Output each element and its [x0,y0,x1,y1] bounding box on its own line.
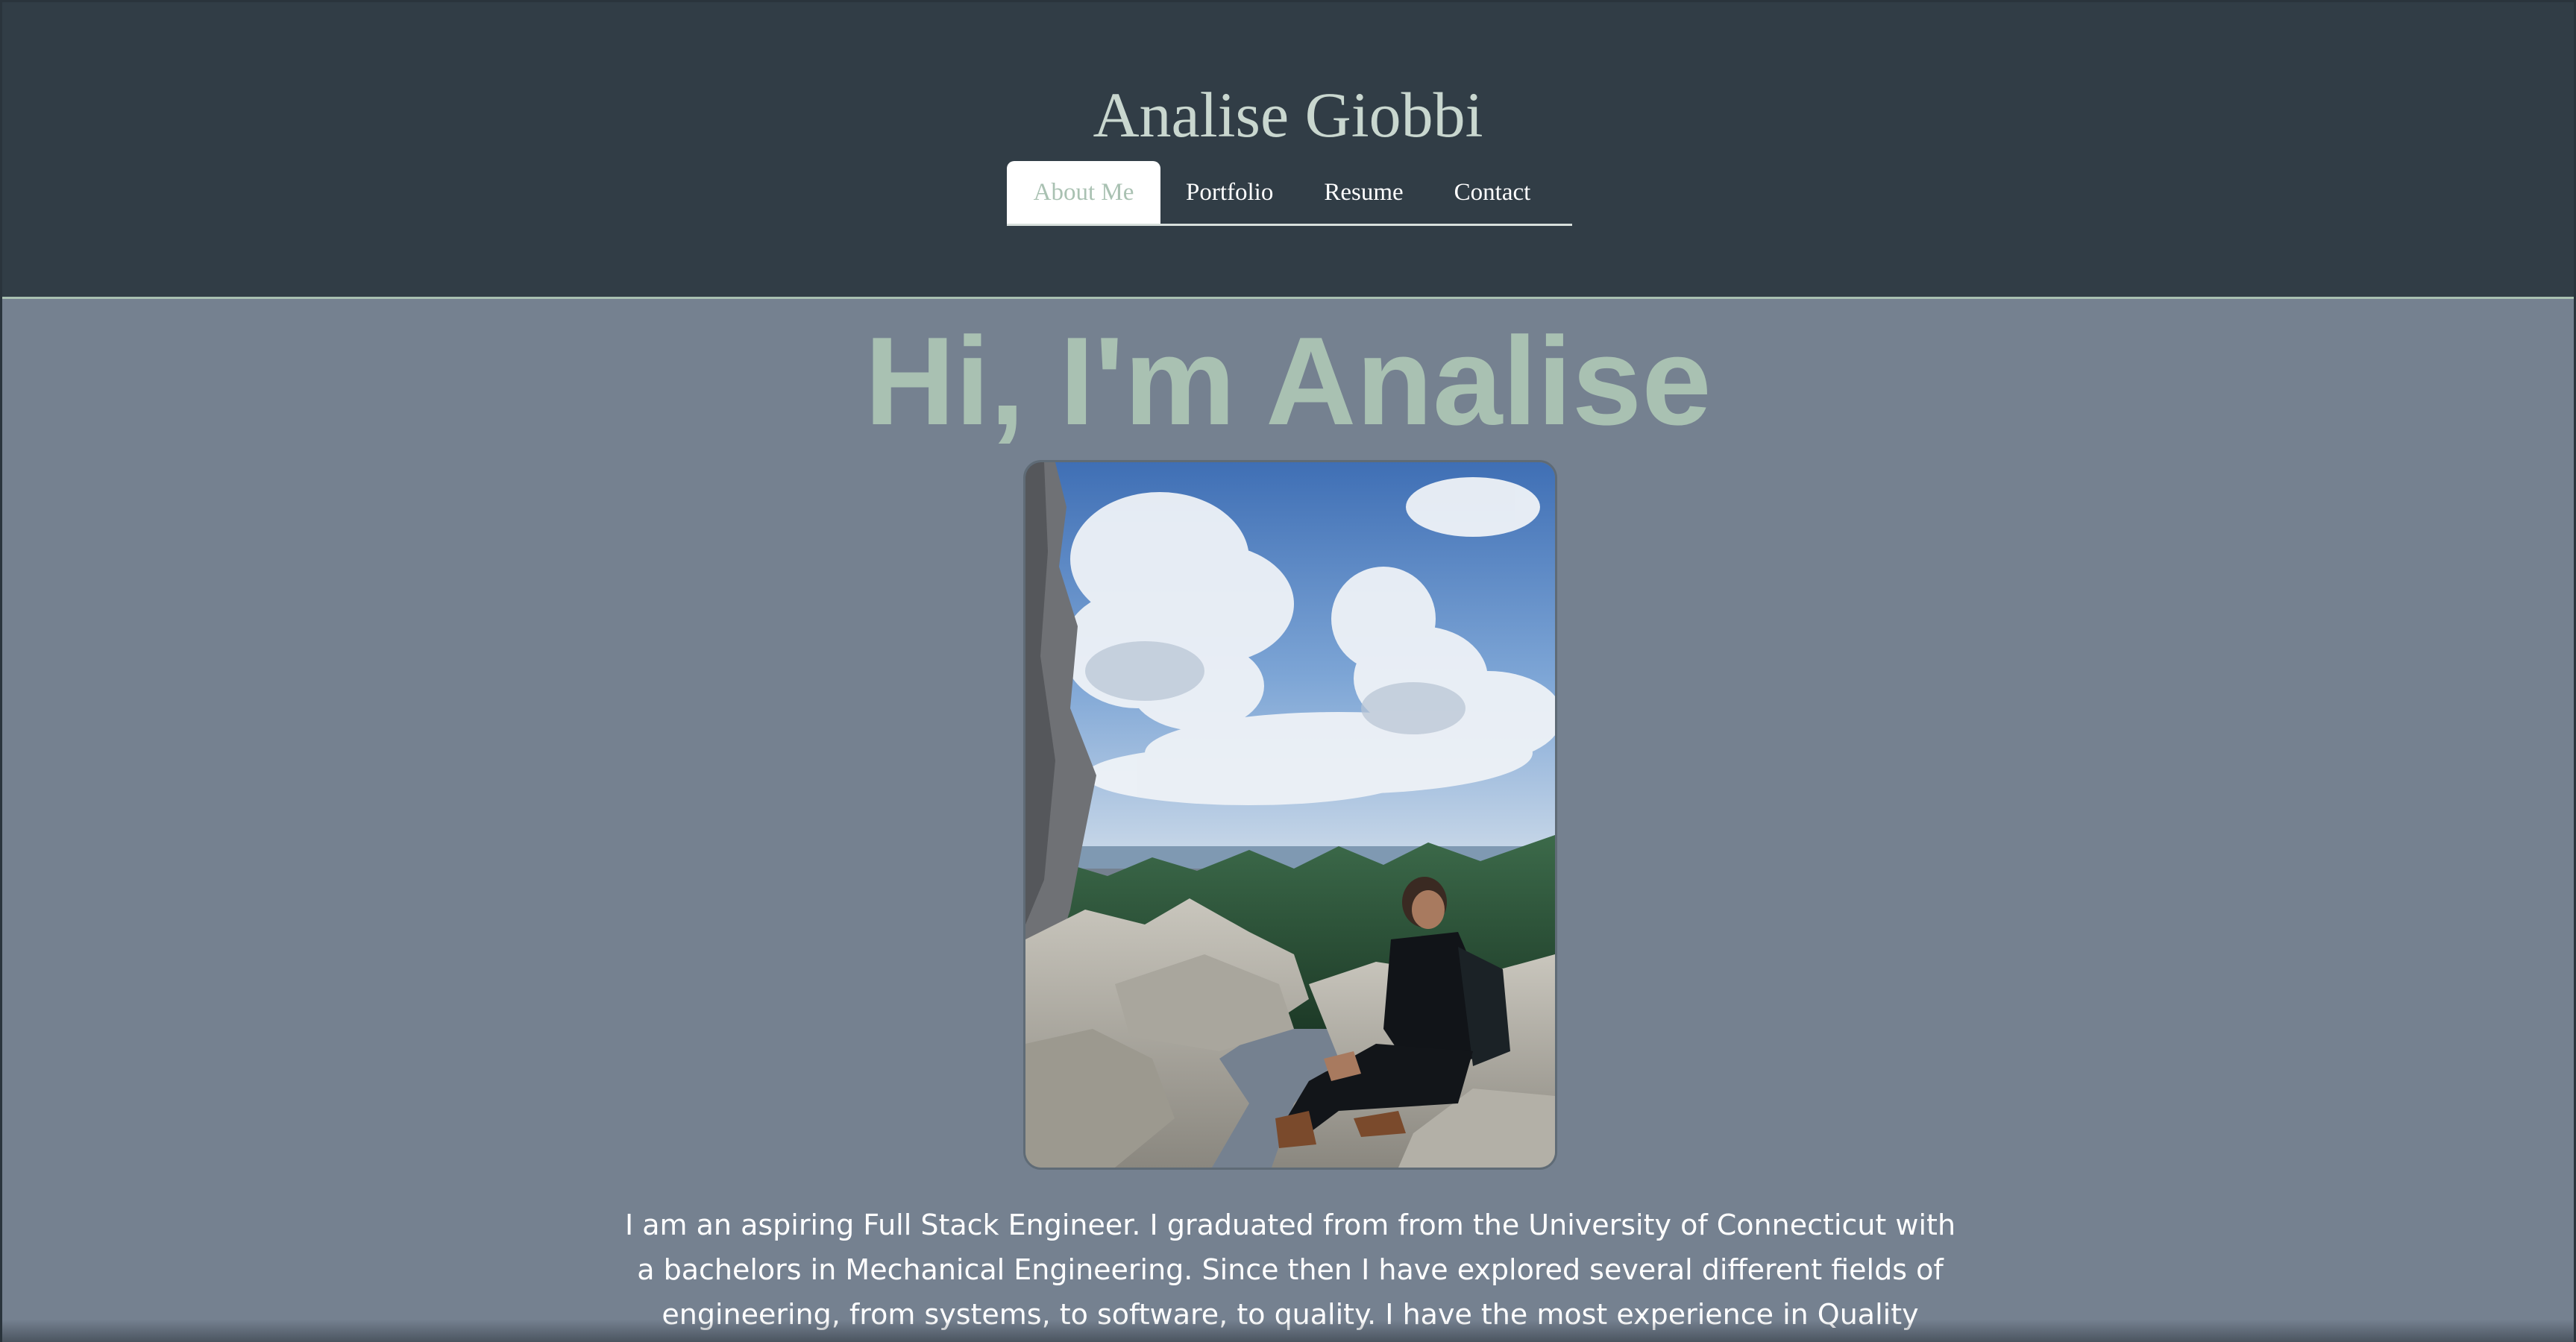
site-header: Analise Giobbi About Me Portfolio Resume… [2,2,2574,299]
tab-about-me[interactable]: About Me [1007,161,1160,224]
main-content: Hi, I'm Analise I am an aspiring Full St… [2,299,2574,1342]
tab-portfolio[interactable]: Portfolio [1160,161,1298,224]
main-nav: About Me Portfolio Resume Contact [1007,161,1572,226]
tab-contact[interactable]: Contact [1429,161,1556,224]
tab-resume[interactable]: Resume [1298,161,1428,224]
page-frame: Analise Giobbi About Me Portfolio Resume… [0,0,2576,1342]
hero-heading: Hi, I'm Analise [864,311,1712,451]
site-title: Analise Giobbi [1093,79,1483,151]
profile-photo [1023,460,1557,1170]
about-text: I am an aspiring Full Stack Engineer. I … [624,1209,1956,1331]
bottom-shadow [2,1320,2574,1342]
